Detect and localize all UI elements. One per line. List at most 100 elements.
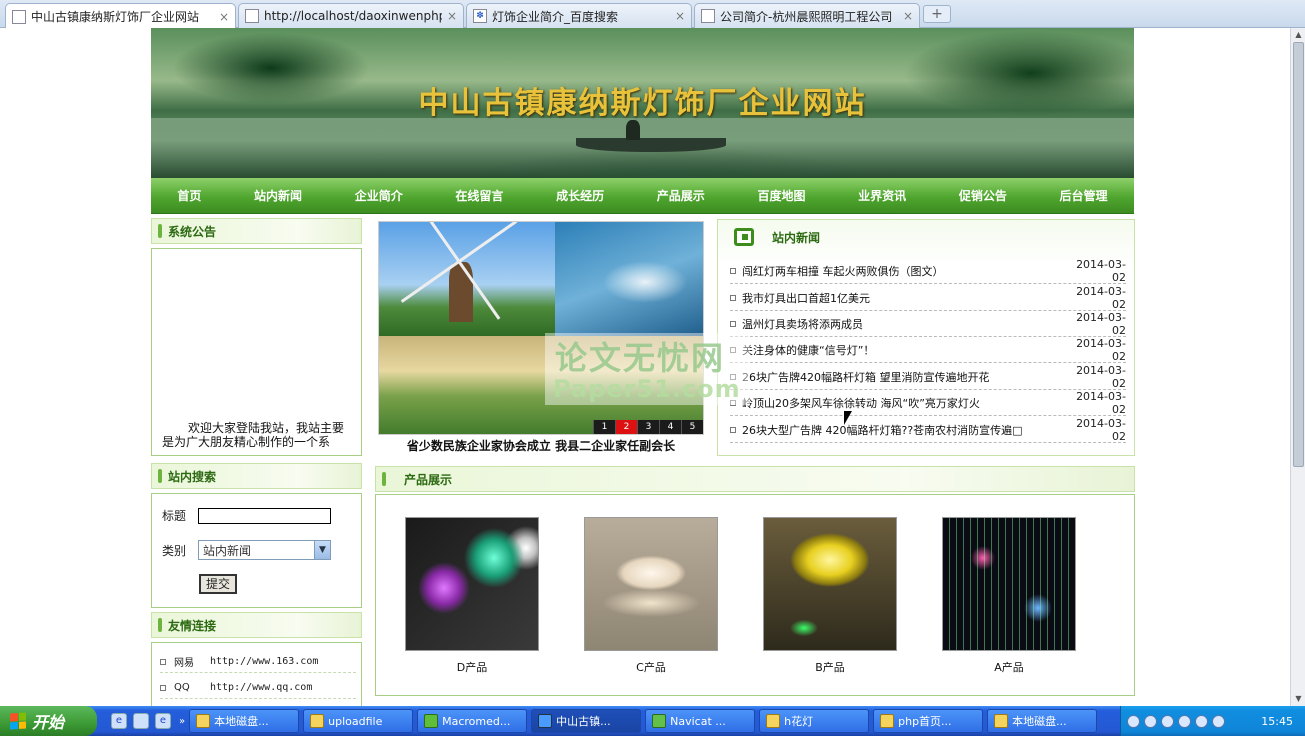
new-tab-button[interactable]: +: [923, 5, 951, 23]
product-name[interactable]: C产品: [584, 659, 718, 675]
close-icon[interactable]: ×: [675, 9, 685, 23]
close-icon[interactable]: ×: [903, 9, 913, 23]
browser-tab[interactable]: 公司简介-杭州晨熙照明工程公司 ×: [694, 3, 920, 28]
close-icon[interactable]: ×: [447, 9, 457, 23]
scroll-up-icon[interactable]: ▲: [1291, 28, 1305, 42]
windmill-blade: [458, 222, 518, 263]
product-name[interactable]: D产品: [405, 659, 539, 675]
product-photo[interactable]: [763, 517, 897, 651]
scroll-down-icon[interactable]: ▼: [1291, 692, 1305, 706]
scrollbar-thumb[interactable]: [1293, 42, 1304, 467]
taskbar-item[interactable]: Macromed...: [417, 709, 528, 733]
news-title: 26块广告牌420幅路杆灯箱 望里消防宣传遍地开花: [742, 370, 990, 384]
start-button[interactable]: 开始: [0, 706, 97, 736]
news-item[interactable]: 闯红灯两车相撞 车起火两败俱伤（图文） 2014-03-02: [730, 258, 1126, 284]
slide-caption[interactable]: 省少数民族企业家协会成立 我县二企业家任副会长: [378, 437, 704, 454]
page-icon: [701, 9, 715, 23]
nav-item-news[interactable]: 站内新闻: [254, 187, 302, 204]
slide-page-button[interactable]: 1: [593, 420, 615, 434]
shield-icon[interactable]: [1212, 714, 1225, 728]
slide-page-button[interactable]: 4: [659, 420, 681, 434]
browser-tab[interactable]: http://localhost/daoxinwenphp.ph ×: [238, 3, 464, 28]
heading-marker: [158, 618, 162, 632]
desktop-icon[interactable]: [133, 713, 149, 729]
network-icon[interactable]: [1161, 714, 1174, 728]
vertical-scrollbar[interactable]: ▲ ▼: [1290, 28, 1305, 706]
tab-title: 灯饰企业简介_百度搜索: [492, 9, 619, 24]
product-photo[interactable]: [405, 517, 539, 651]
nav-item-admin[interactable]: 后台管理: [1060, 187, 1108, 204]
nav-item-map[interactable]: 百度地图: [757, 187, 805, 204]
browser-tab[interactable]: 中山古镇康纳斯灯饰厂企业网站 ×: [5, 3, 236, 29]
slide-page-button[interactable]: 2: [615, 420, 637, 434]
submit-button[interactable]: 提交: [199, 574, 237, 594]
tray-expand-icon[interactable]: [1144, 714, 1157, 728]
overflow-chevron-icon[interactable]: »: [179, 716, 185, 727]
nav-item-guestbook[interactable]: 在线留言: [455, 187, 503, 204]
taskbar-item-label: Macromed...: [442, 714, 511, 728]
news-item[interactable]: 我市灯具出口首超1亿美元 2014-03-02: [730, 285, 1126, 311]
title-input[interactable]: [198, 507, 332, 524]
product-photo[interactable]: [942, 517, 1076, 651]
ie-icon[interactable]: e: [111, 713, 127, 729]
nav-item-about[interactable]: 企业简介: [355, 187, 403, 204]
navicat-icon: [652, 714, 667, 728]
taskbar-item[interactable]: uploadfile: [303, 709, 414, 733]
heading-marker: [158, 224, 162, 238]
security-icon[interactable]: [1195, 714, 1208, 728]
news-title: 我市灯具出口首超1亿美元: [742, 291, 870, 305]
bullet-icon: [160, 684, 166, 691]
clock[interactable]: 15:45: [1261, 715, 1293, 728]
bullet-icon: [730, 294, 736, 301]
news-item[interactable]: 26块大型广告牌 420幅路杆灯箱??苍南农村消防宣传遍□ 2014-03-02: [730, 417, 1126, 443]
products-box: D产品 C产品 B产品 A产品: [375, 494, 1135, 696]
nav-item-industry-news[interactable]: 业界资讯: [858, 187, 906, 204]
close-icon[interactable]: ×: [219, 10, 229, 24]
quick-launch: e e: [97, 713, 179, 729]
product-card[interactable]: B产品: [763, 517, 897, 675]
news-date: 2014-03-02: [1076, 284, 1126, 311]
news-title: 岭顶山20多架风车徐徐转动 海风“吹”亮万家灯火: [742, 396, 980, 410]
product-card[interactable]: A产品: [942, 517, 1076, 675]
product-name[interactable]: A产品: [942, 659, 1076, 675]
news-item[interactable]: 温州灯具卖场将添两成员 2014-03-02: [730, 311, 1126, 337]
taskbar-item[interactable]: 中山古镇...: [531, 709, 642, 733]
bullet-icon: [730, 267, 736, 274]
slide-page-button[interactable]: 5: [681, 420, 703, 434]
category-select[interactable]: 站内新闻 ▼: [198, 540, 332, 560]
product-card[interactable]: D产品: [405, 517, 539, 675]
nav-item-home[interactable]: 首页: [177, 187, 201, 204]
news-date: 2014-03-02: [1076, 257, 1126, 284]
notice-box: 欢迎大家登陆我站，我站主要是为广大朋友精心制作的一个系: [151, 248, 362, 456]
taskbar-item[interactable]: Navicat ...: [645, 709, 756, 733]
product-name[interactable]: B产品: [763, 659, 897, 675]
volume-icon[interactable]: [1178, 714, 1191, 728]
link-item[interactable]: 网易 http://www.163.com: [160, 651, 356, 673]
taskbar-item[interactable]: h花灯: [759, 709, 870, 733]
news-item[interactable]: 26块广告牌420幅路杆灯箱 望里消防宣传遍地开花 2014-03-02: [730, 364, 1126, 390]
news-item[interactable]: 关注身体的健康“信号灯”！ 2014-03-02: [730, 337, 1126, 363]
nav-item-history[interactable]: 成长经历: [556, 187, 604, 204]
news-date: 2014-03-02: [1076, 389, 1126, 416]
taskbar-item[interactable]: 本地磁盘...: [987, 709, 1098, 733]
news-item[interactable]: 岭顶山20多架风车徐徐转动 海风“吹”亮万家灯火 2014-03-02: [730, 390, 1126, 416]
link-name: QQ: [174, 682, 190, 693]
browser-icon[interactable]: e: [155, 713, 171, 729]
nav-item-promotions[interactable]: 促销公告: [959, 187, 1007, 204]
nav-item-products[interactable]: 产品展示: [657, 187, 705, 204]
keyboard-icon[interactable]: [1127, 714, 1140, 728]
site-banner: 中山古镇康纳斯灯饰厂企业网站: [151, 28, 1134, 178]
tab-title: http://localhost/daoxinwenphp.ph: [264, 9, 442, 23]
product-card[interactable]: C产品: [584, 517, 718, 675]
browser-tab[interactable]: ✽ 灯饰企业简介_百度搜索 ×: [466, 3, 692, 28]
windmill-tower: [449, 262, 473, 322]
taskbar-item[interactable]: 本地磁盘...: [189, 709, 300, 733]
link-item[interactable]: QQ http://www.qq.com: [160, 677, 356, 699]
search-heading: 站内搜索: [151, 463, 362, 489]
folder-icon: [310, 714, 325, 728]
link-url: http://www.163.com: [210, 656, 319, 667]
category-label: 类别: [162, 543, 187, 558]
slide-page-button[interactable]: 3: [637, 420, 659, 434]
taskbar-item[interactable]: php首页...: [873, 709, 984, 733]
product-photo[interactable]: [584, 517, 718, 651]
